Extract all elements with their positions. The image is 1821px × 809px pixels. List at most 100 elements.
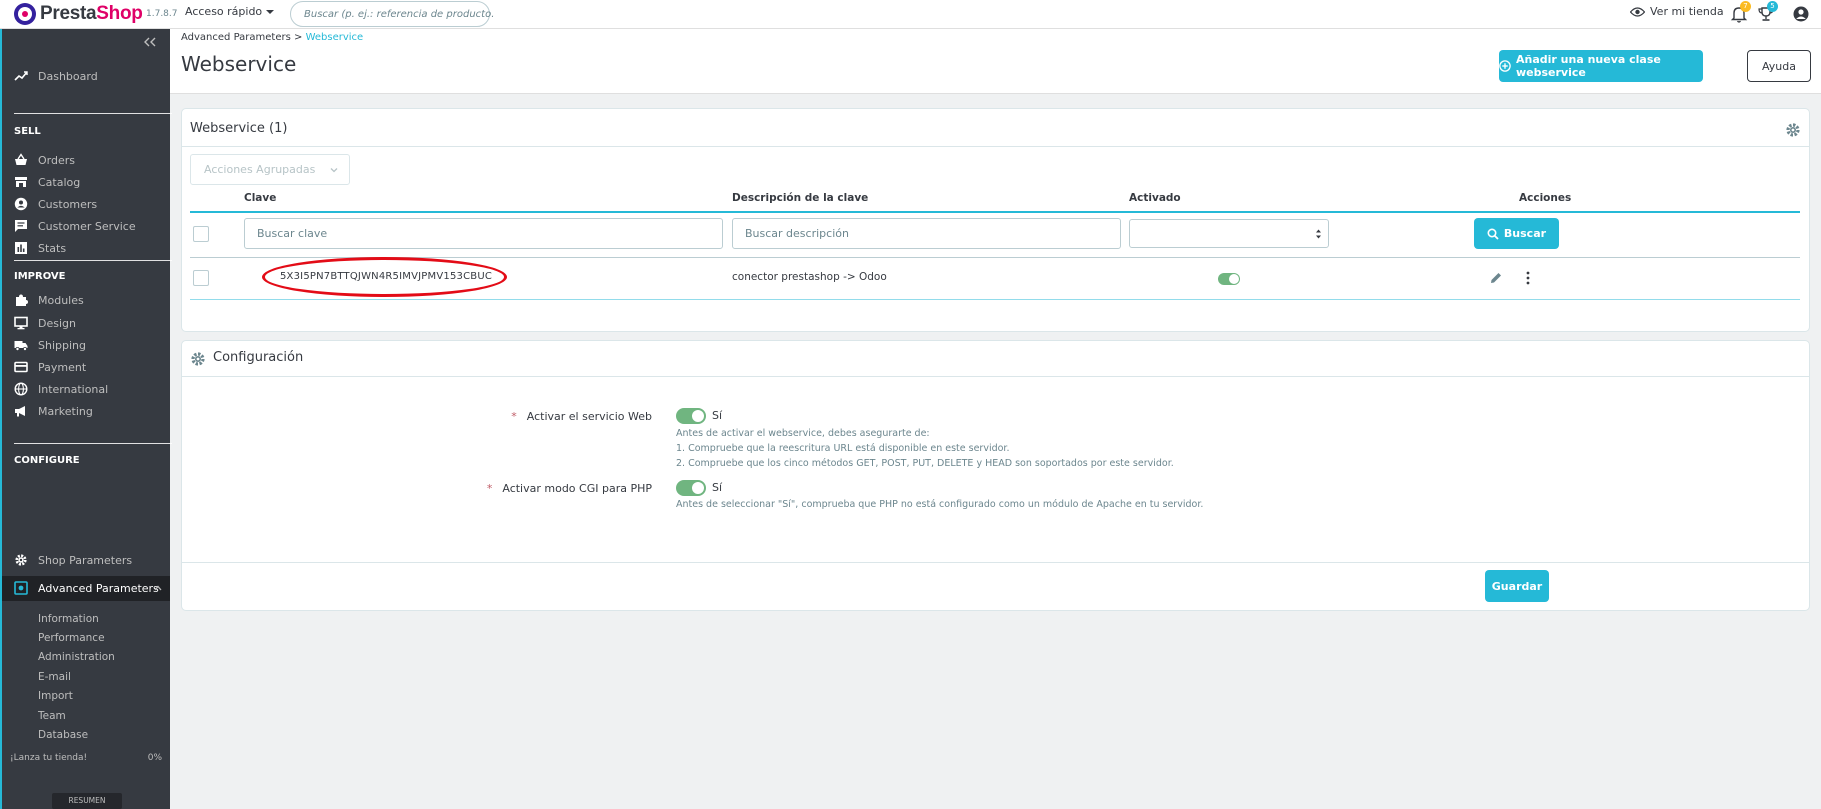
webservice-enable-help: Antes de activar el webservice, debes as… xyxy=(676,428,1174,469)
sidebar-item-advanced-parameters[interactable]: Advanced Parameters xyxy=(2,576,170,601)
gear-icon xyxy=(15,554,27,566)
row-checkbox[interactable] xyxy=(193,270,209,286)
column-header-actions: Acciones xyxy=(1519,192,1572,204)
help-button[interactable]: Ayuda xyxy=(1747,50,1811,82)
more-vertical-icon[interactable] xyxy=(1522,271,1534,285)
sidebar-item-dashboard[interactable]: Dashboard xyxy=(14,66,98,86)
caret-down-icon xyxy=(266,9,275,14)
sidebar-section-configure: CONFIGURE xyxy=(14,455,80,466)
configuration-panel-title: Configuración xyxy=(213,350,304,365)
select-all-checkbox[interactable] xyxy=(193,226,209,242)
quick-access-dropdown[interactable]: Acceso rápido xyxy=(185,5,275,18)
column-header-active[interactable]: Activado xyxy=(1129,192,1181,204)
sidebar-item-stats[interactable]: Stats xyxy=(14,238,66,258)
sidebar-item-orders[interactable]: Orders xyxy=(14,150,75,170)
pencil-icon[interactable] xyxy=(1489,271,1503,285)
red-highlight-annotation xyxy=(262,257,507,297)
sidebar-item-label: Orders xyxy=(38,153,75,167)
search-icon xyxy=(1487,227,1499,240)
quick-access-label: Acceso rápido xyxy=(185,5,263,18)
add-button-label: Añadir una nueva clase webservice xyxy=(1515,53,1661,79)
column-header-description[interactable]: Descripción de la clave xyxy=(732,192,868,204)
sidebar-item-catalog[interactable]: Catalog xyxy=(14,172,80,192)
bulk-actions-dropdown[interactable]: Acciones Agrupadas xyxy=(190,154,350,185)
version-label: 1.7.8.7 xyxy=(146,9,178,19)
gear-icon xyxy=(191,352,205,366)
collapse-sidebar-icon[interactable] xyxy=(144,37,156,47)
search-placeholder: Buscar (p. ej.: referencia de producto. xyxy=(304,8,495,20)
sidebar-item-design[interactable]: Design xyxy=(14,313,76,333)
store-icon xyxy=(15,177,27,187)
gear-icon[interactable] xyxy=(1785,122,1801,138)
sidebar-item-label: Design xyxy=(38,316,76,330)
account-circle-icon xyxy=(14,197,28,211)
sidebar-item-label: Marketing xyxy=(38,404,93,418)
trophy-button[interactable]: 5 xyxy=(1755,1,1778,25)
logo-text-presta: Presta xyxy=(40,3,97,24)
sidebar-item-label: Customer Service xyxy=(38,219,136,233)
panel-divider xyxy=(182,376,1809,377)
panel-footer-divider xyxy=(182,562,1809,563)
sidebar-item-customers[interactable]: Customers xyxy=(14,194,97,214)
breadcrumb: Advanced Parameters > Webservice xyxy=(181,32,363,43)
sidebar-divider xyxy=(14,443,172,444)
sidebar: Dashboard SELL Orders Catalog Customers … xyxy=(0,29,172,809)
sidebar-item-label: International xyxy=(38,382,109,396)
filter-description-input[interactable]: Buscar descripción xyxy=(732,218,1121,249)
sidebar-item-label: Customers xyxy=(38,197,98,211)
chevron-down-icon xyxy=(330,167,338,172)
search-button-label: Buscar xyxy=(1503,227,1547,240)
webservice-enable-switch[interactable] xyxy=(676,408,706,424)
sidebar-item-marketing[interactable]: Marketing xyxy=(14,401,93,421)
header-search-input[interactable]: Buscar (p. ej.: referencia de producto. xyxy=(290,1,494,27)
webservice-key-description: conector prestashop -> Odoo xyxy=(732,271,887,283)
sidebar-subitem-information[interactable]: Information xyxy=(38,613,99,625)
prestashop-logo[interactable]: PrestaShop xyxy=(14,3,143,25)
save-button[interactable]: Guardar xyxy=(1485,570,1549,602)
sidebar-subitem-team[interactable]: Team xyxy=(38,710,66,722)
trophy-badge: 5 xyxy=(1767,1,1778,12)
column-header-key[interactable]: Clave xyxy=(244,192,276,204)
sidebar-subitem-performance[interactable]: Performance xyxy=(38,632,105,644)
sidebar-item-label: Shop Parameters xyxy=(38,553,133,567)
cgi-mode-value: Sí xyxy=(712,481,723,494)
sidebar-item-shipping[interactable]: Shipping xyxy=(14,335,86,355)
sidebar-item-label: Advanced Parameters xyxy=(38,581,159,595)
table-header-underline xyxy=(190,211,1800,213)
sidebar-item-customer-service[interactable]: Customer Service xyxy=(14,216,136,236)
sidebar-section-improve: IMPROVE xyxy=(14,271,66,282)
top-bar: PrestaShop 1.7.8.7 Acceso rápido Buscar … xyxy=(0,0,1821,29)
resumen-button[interactable]: RESUMEN xyxy=(52,793,122,809)
notifications-button[interactable]: 7 xyxy=(1728,1,1751,25)
filter-active-select[interactable] xyxy=(1129,219,1329,248)
sidebar-subitem-email[interactable]: E-mail xyxy=(38,671,71,683)
add-webservice-key-button[interactable]: Añadir una nueva clase webservice xyxy=(1499,50,1703,82)
webservice-panel-title: Webservice (1) xyxy=(190,121,288,136)
sidebar-subitem-database[interactable]: Database xyxy=(38,729,88,741)
employee-avatar-button[interactable] xyxy=(1790,3,1812,25)
sidebar-item-label: Catalog xyxy=(38,175,81,189)
breadcrumb-parent[interactable]: Advanced Parameters xyxy=(181,32,291,43)
launch-shop-progress[interactable]: ¡Lanza tu tienda! 0% xyxy=(10,753,162,763)
configuration-panel: Configuración * Activar el servicio Web S… xyxy=(181,340,1810,611)
sidebar-item-label: Payment xyxy=(38,360,87,374)
view-shop-link[interactable]: Ver mi tienda xyxy=(1630,5,1724,18)
view-shop-label: Ver mi tienda xyxy=(1650,5,1724,18)
desktop-icon xyxy=(14,316,28,330)
page-title: Webservice xyxy=(181,52,297,76)
sidebar-subitem-import[interactable]: Import xyxy=(38,690,73,702)
bulk-actions-label: Acciones Agrupadas xyxy=(204,163,316,176)
chevron-up-icon xyxy=(154,585,162,591)
webservice-list-panel: Webservice (1) Acciones Agrupadas Clave … xyxy=(181,108,1810,332)
sidebar-item-shop-parameters[interactable]: Shop Parameters xyxy=(14,550,132,570)
logo-text-shop: Shop xyxy=(96,3,143,24)
filter-key-input[interactable]: Buscar clave xyxy=(244,218,723,249)
sidebar-item-modules[interactable]: Modules xyxy=(14,290,84,310)
credit-card-icon xyxy=(14,361,28,373)
sidebar-item-international[interactable]: International xyxy=(14,379,108,399)
search-filter-button[interactable]: Buscar xyxy=(1474,218,1559,249)
sidebar-item-payment[interactable]: Payment xyxy=(14,357,86,377)
sidebar-subitem-administration[interactable]: Administration xyxy=(38,651,115,663)
active-status-toggle[interactable] xyxy=(1218,273,1240,285)
cgi-mode-switch[interactable] xyxy=(676,480,706,496)
